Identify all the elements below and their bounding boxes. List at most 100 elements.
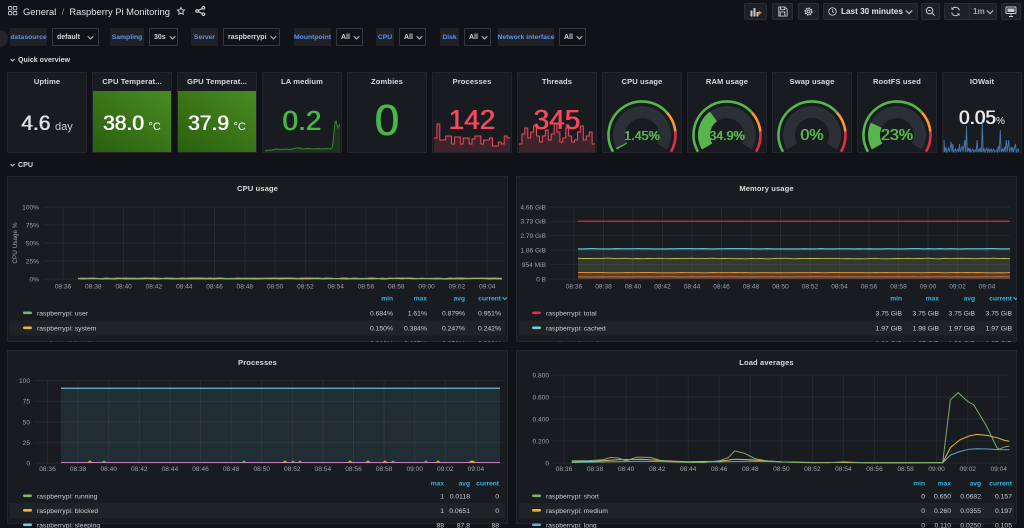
svg-text:raspberrypi: running: raspberrypi: running bbox=[37, 494, 98, 501]
svg-text:0.026%: 0.026% bbox=[478, 341, 501, 342]
svg-text:1.97 GiB: 1.97 GiB bbox=[876, 326, 903, 333]
svg-text:0: 0 bbox=[545, 460, 549, 467]
svg-text:08:54: 08:54 bbox=[327, 284, 344, 291]
svg-text:08:56: 08:56 bbox=[861, 284, 878, 291]
svg-text:09:00: 09:00 bbox=[928, 466, 945, 473]
svg-text:0: 0 bbox=[921, 523, 925, 528]
svg-text:0.800: 0.800 bbox=[532, 372, 549, 379]
svg-text:current: current bbox=[989, 481, 1013, 488]
svg-text:0.0250: 0.0250 bbox=[960, 523, 981, 528]
svg-text:raspberrypi: sleeping: raspberrypi: sleeping bbox=[37, 523, 100, 528]
svg-text:09:04: 09:04 bbox=[479, 284, 496, 291]
svg-text:954 MiB: 954 MiB bbox=[522, 262, 547, 269]
svg-text:08:38: 08:38 bbox=[85, 284, 102, 291]
svg-text:08:38: 08:38 bbox=[70, 466, 87, 473]
svg-text:09:02: 09:02 bbox=[949, 284, 966, 291]
svg-text:0.0118: 0.0118 bbox=[450, 494, 471, 501]
svg-text:08:54: 08:54 bbox=[315, 466, 332, 473]
svg-text:3.75 GiB: 3.75 GiB bbox=[986, 311, 1013, 318]
svg-text:max: max bbox=[431, 481, 445, 488]
svg-text:0.242%: 0.242% bbox=[478, 326, 501, 333]
svg-text:08:54: 08:54 bbox=[835, 466, 852, 473]
svg-text:0.951%: 0.951% bbox=[478, 311, 501, 318]
svg-text:08:58: 08:58 bbox=[376, 466, 393, 473]
svg-text:raspberrypi: short: raspberrypi: short bbox=[546, 494, 599, 501]
svg-text:1.61%: 1.61% bbox=[408, 311, 427, 318]
svg-text:08:48: 08:48 bbox=[237, 284, 254, 291]
svg-text:1.86 GiB: 1.86 GiB bbox=[520, 248, 546, 255]
svg-text:08:40: 08:40 bbox=[115, 284, 132, 291]
svg-text:4.66 GiB: 4.66 GiB bbox=[520, 204, 546, 211]
svg-text:3.73 GiB: 3.73 GiB bbox=[520, 219, 546, 226]
svg-text:avg: avg bbox=[459, 481, 470, 488]
svg-text:0.105: 0.105 bbox=[995, 523, 1012, 528]
svg-text:08:58: 08:58 bbox=[897, 466, 914, 473]
svg-text:0.600: 0.600 bbox=[532, 394, 549, 401]
svg-text:max: max bbox=[938, 481, 952, 488]
svg-text:50: 50 bbox=[23, 419, 31, 426]
svg-text:0: 0 bbox=[495, 494, 499, 501]
svg-text:0: 0 bbox=[495, 508, 499, 515]
svg-text:08:56: 08:56 bbox=[345, 466, 362, 473]
svg-text:min: min bbox=[913, 481, 925, 488]
svg-text:avg: avg bbox=[970, 481, 981, 488]
svg-text:0.0651: 0.0651 bbox=[449, 508, 470, 515]
svg-text:3.75 GiB: 3.75 GiB bbox=[913, 311, 940, 318]
svg-text:avg: avg bbox=[964, 296, 975, 303]
svg-text:08:48: 08:48 bbox=[223, 466, 240, 473]
svg-text:08:54: 08:54 bbox=[831, 284, 848, 291]
svg-text:09:04: 09:04 bbox=[468, 466, 485, 473]
svg-text:08:44: 08:44 bbox=[680, 466, 697, 473]
svg-text:08:50: 08:50 bbox=[267, 284, 284, 291]
svg-text:08:50: 08:50 bbox=[253, 466, 270, 473]
svg-text:raspberrypi: total: raspberrypi: total bbox=[546, 311, 597, 318]
svg-text:08:38: 08:38 bbox=[587, 466, 604, 473]
svg-text:75%: 75% bbox=[26, 222, 39, 229]
svg-text:08:52: 08:52 bbox=[284, 466, 301, 473]
svg-text:0.650: 0.650 bbox=[934, 494, 951, 501]
svg-text:1.37 GiB: 1.37 GiB bbox=[986, 341, 1013, 342]
svg-text:1: 1 bbox=[440, 508, 444, 515]
svg-text:0.052%: 0.052% bbox=[442, 341, 465, 342]
svg-text:09:04: 09:04 bbox=[990, 466, 1007, 473]
svg-text:current: current bbox=[989, 296, 1013, 303]
svg-text:08:58: 08:58 bbox=[388, 284, 405, 291]
svg-text:0.200: 0.200 bbox=[532, 438, 549, 445]
svg-text:09:02: 09:02 bbox=[959, 466, 976, 473]
svg-text:0%: 0% bbox=[29, 276, 39, 283]
svg-text:25: 25 bbox=[23, 440, 31, 447]
svg-text:avg: avg bbox=[454, 296, 465, 303]
svg-text:0.260: 0.260 bbox=[934, 508, 951, 515]
svg-text:08:50: 08:50 bbox=[772, 284, 789, 291]
svg-text:raspberrypi: iowait: raspberrypi: iowait bbox=[37, 341, 92, 342]
svg-text:0.197: 0.197 bbox=[995, 508, 1012, 515]
svg-text:1.97 GiB: 1.97 GiB bbox=[949, 326, 976, 333]
svg-text:0.110: 0.110 bbox=[934, 523, 951, 528]
svg-text:0: 0 bbox=[921, 494, 925, 501]
svg-text:0.013%: 0.013% bbox=[370, 341, 393, 342]
svg-text:0.247%: 0.247% bbox=[442, 326, 465, 333]
svg-text:08:42: 08:42 bbox=[146, 284, 163, 291]
svg-text:08:52: 08:52 bbox=[802, 284, 819, 291]
svg-text:08:48: 08:48 bbox=[742, 466, 759, 473]
svg-text:1.37 GiB: 1.37 GiB bbox=[913, 341, 940, 342]
svg-text:0 B: 0 B bbox=[536, 276, 546, 283]
svg-text:08:46: 08:46 bbox=[711, 466, 728, 473]
svg-text:09:02: 09:02 bbox=[437, 466, 454, 473]
svg-text:raspberrypi: system: raspberrypi: system bbox=[37, 326, 97, 333]
svg-text:08:44: 08:44 bbox=[176, 284, 193, 291]
svg-text:1.33 GiB: 1.33 GiB bbox=[949, 341, 976, 342]
svg-text:0.879%: 0.879% bbox=[442, 311, 465, 318]
svg-text:08:42: 08:42 bbox=[649, 466, 666, 473]
svg-text:1.97 GiB: 1.97 GiB bbox=[986, 326, 1013, 333]
svg-text:08:36: 08:36 bbox=[556, 466, 573, 473]
svg-text:0.684%: 0.684% bbox=[370, 311, 393, 318]
svg-text:09:02: 09:02 bbox=[449, 284, 466, 291]
svg-text:08:46: 08:46 bbox=[206, 284, 223, 291]
svg-text:09:00: 09:00 bbox=[406, 466, 423, 473]
svg-text:08:44: 08:44 bbox=[162, 466, 179, 473]
svg-text:88: 88 bbox=[436, 523, 444, 528]
svg-text:09:04: 09:04 bbox=[979, 284, 996, 291]
svg-text:0: 0 bbox=[921, 508, 925, 515]
svg-text:1.98 GiB: 1.98 GiB bbox=[913, 326, 940, 333]
